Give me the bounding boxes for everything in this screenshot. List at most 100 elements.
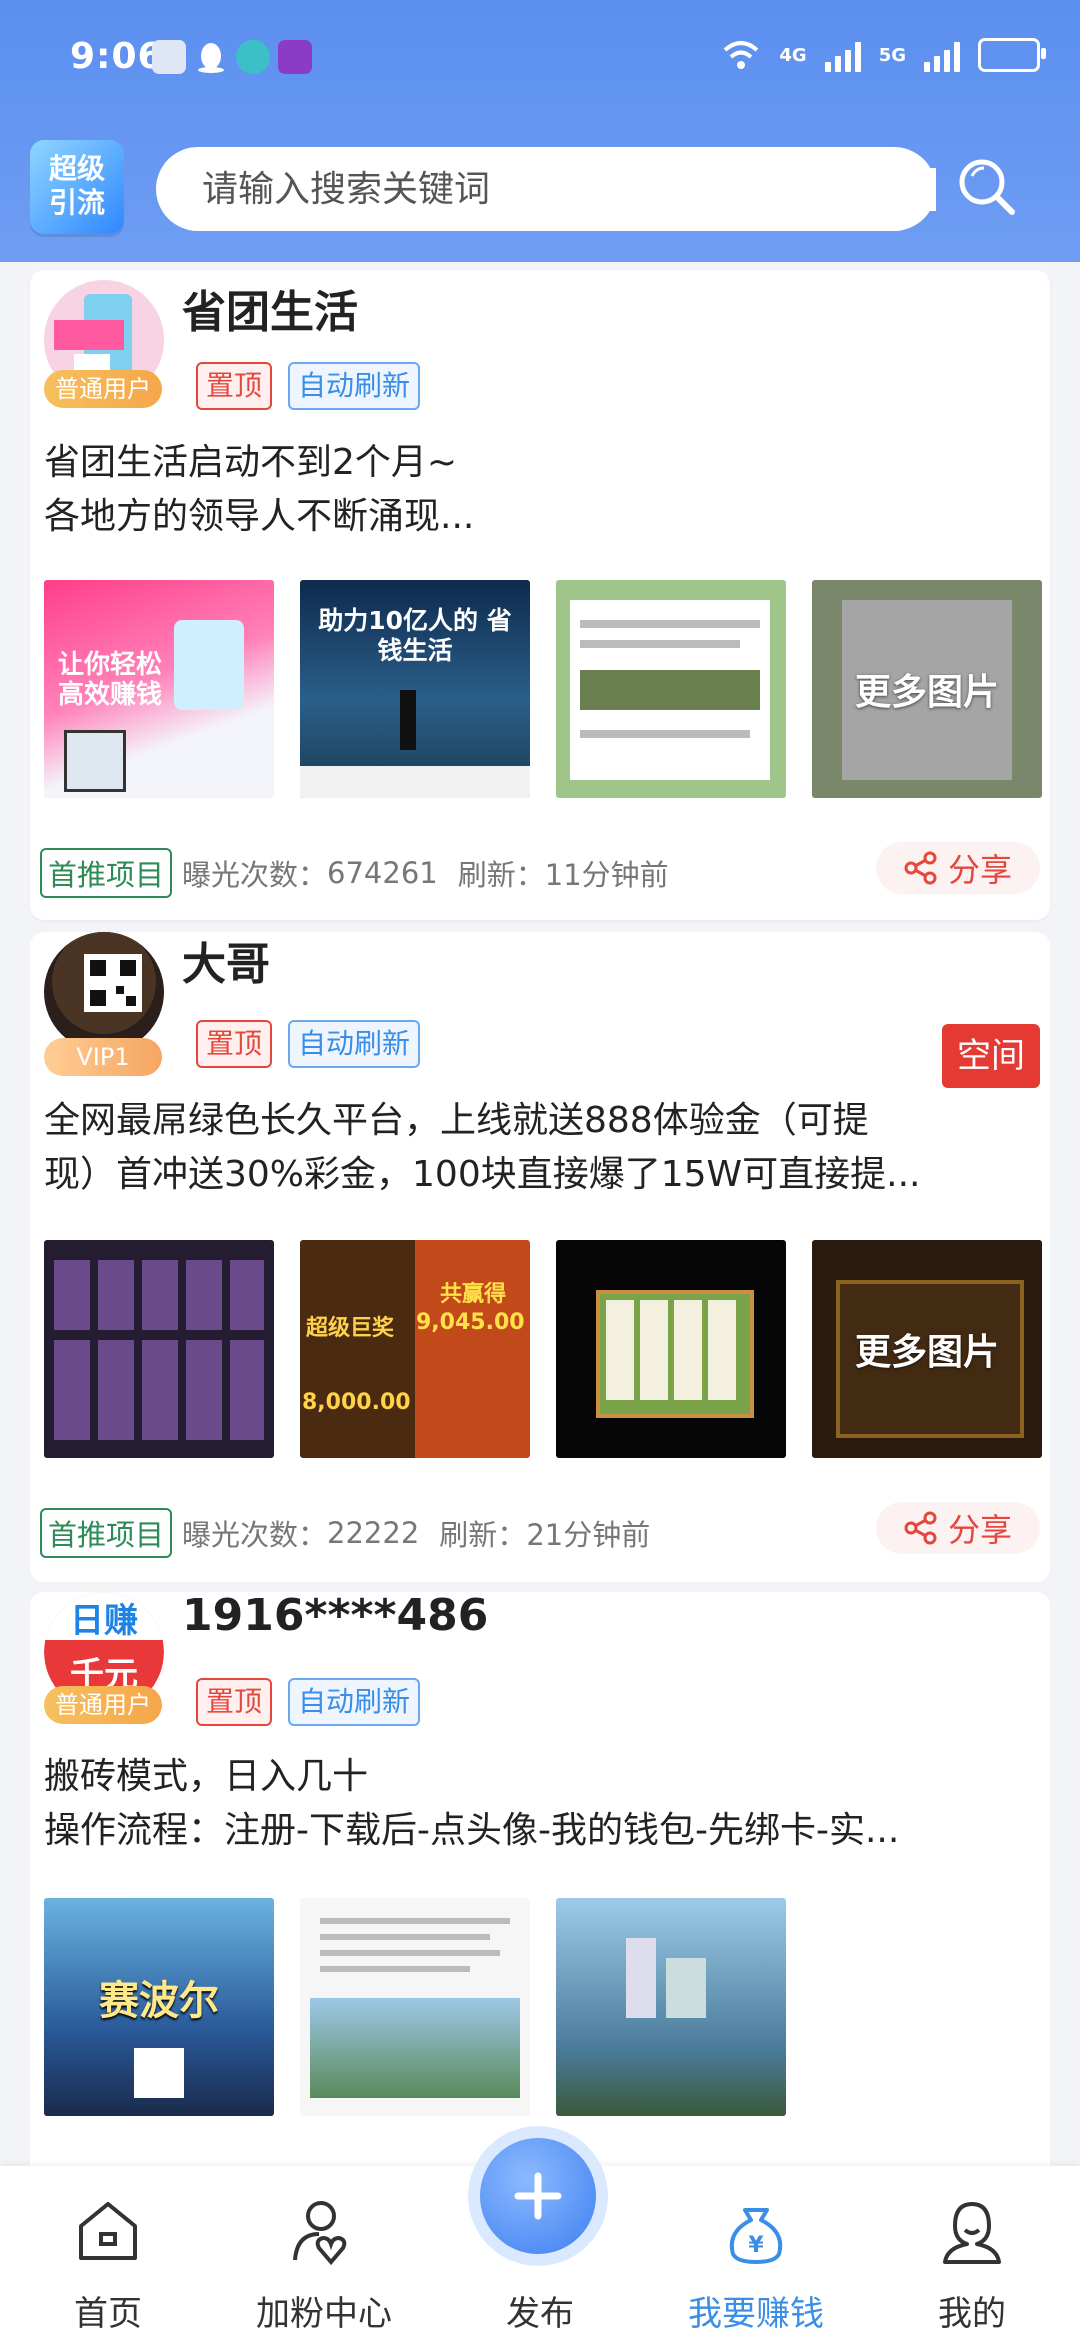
post-description[interactable]: 搬砖模式，日入几十 操作流程：注册-下载后-点头像-我的钱包-先绑卡-实... [44,1750,1044,1858]
share-button[interactable]: 分享 [876,842,1040,894]
qq-icon [194,40,228,74]
thumb-text: 共赢得 [440,1282,507,1307]
status-icons: 4G 5G [721,38,1046,72]
nav-home[interactable]: 首页 [0,2166,216,2340]
share-icon [904,1511,937,1545]
desc-line-1: 全网最屌绿色长久平台，上线就送888体验金（可提 [44,1100,869,1141]
share-icon [904,851,937,885]
refresh-label: 刷新： [439,1518,527,1552]
auto-refresh-tag: 自动刷新 [288,1678,421,1726]
post-image[interactable]: 助力10亿人的 省钱生活 [300,580,530,798]
nav-fans-label: 加粉中心 [256,2294,392,2334]
logo-line-1: 超级 [48,152,105,185]
post-card[interactable]: 普通用户 省团生活 置顶 自动刷新 省团生活启动不到2个月~ 各地方的领导人不断… [30,270,1050,920]
user-heart-icon [293,2201,347,2266]
desc-line-2: 现）首冲送30%彩金，100块直接爆了15W可直接提... [44,1154,921,1195]
tag-row: 置顶 自动刷新 [196,1020,421,1068]
recommend-tag: 首推项目 [40,848,173,898]
post-image[interactable]: 让你轻松 高效赚钱 [44,580,274,798]
user-level-badge: VIP1 [44,1038,162,1076]
app-header: 9:06 4G 5G 超级 引流 [0,0,1080,262]
exposure-count: 22222 [327,1516,420,1550]
nav-fans[interactable]: 加粉中心 [216,2166,432,2340]
exposure-count: 674261 [327,856,438,890]
nav-me[interactable]: 我的 [864,2166,1080,2340]
desc-line-1: 省团生活启动不到2个月~ [44,442,458,483]
thumbnail-row: 让你轻松 高效赚钱 助力10亿人的 省钱生活 更多图片 [44,580,1042,798]
post-image[interactable]: 超级巨奖 共赢得 9,045.00 8,000.00 [300,1240,530,1458]
nav-publish-label: 发布 [506,2294,574,2334]
avatar-text: 日赚 [70,1601,138,1641]
nav-me-label: 我的 [938,2294,1006,2334]
post-image-more[interactable]: 更多图片 [812,580,1042,798]
search-input[interactable] [200,167,936,211]
post-image[interactable] [300,1898,530,2116]
tag-row: 置顶 自动刷新 [196,362,421,410]
publish-button-inner [480,2138,596,2254]
nav-earn[interactable]: ¥ 我要赚钱 [648,2166,864,2340]
post-image-more[interactable]: 更多图片 [812,1240,1042,1458]
username[interactable]: 省团生活 [182,276,358,340]
share-label: 分享 [947,1511,1012,1549]
desc-line-1: 搬砖模式，日入几十 [44,1756,369,1797]
avatar[interactable] [44,932,164,1052]
post-image[interactable] [556,580,786,798]
username[interactable]: 1916****486 [182,1590,488,1641]
home-icon [79,2202,137,2260]
exposure-label: 曝光次数： [182,858,328,892]
pinned-tag: 置顶 [196,1678,273,1726]
search-bar[interactable] [156,147,936,231]
post-image[interactable] [556,1240,786,1458]
svg-text:¥: ¥ [748,2233,764,2258]
money-bag-icon: ¥ [729,2208,783,2264]
signal-icon-2 [924,38,960,72]
post-description[interactable]: 省团生活启动不到2个月~ 各地方的领导人不断涌现... [44,436,1044,544]
desc-line-2: 操作流程：注册-下载后-点头像-我的钱包-先绑卡-实... [44,1810,900,1851]
status-time: 9:06 [70,36,164,77]
exposure-label: 曝光次数： [182,1518,328,1552]
share-button[interactable]: 分享 [876,1502,1040,1554]
refresh-time: 11分钟前 [544,858,669,892]
thumb-text: 超级巨奖 [306,1316,395,1341]
post-meta: 首推项目 曝光次数： 22222 刷新： 21分钟前 [40,1508,650,1558]
battery-icon [978,38,1046,72]
thumb-text: 让你轻松 高效赚钱 [58,650,163,710]
post-image[interactable]: 赛波尔 [44,1898,274,2116]
tag-row: 置顶 自动刷新 [196,1678,421,1726]
logo-line-2: 引流 [48,186,105,219]
search-icon[interactable] [950,150,1022,222]
user-level-badge: 普通用户 [44,1686,162,1724]
auto-refresh-tag: 自动刷新 [288,1020,421,1068]
username[interactable]: 大哥 [182,928,270,992]
share-label: 分享 [947,851,1012,889]
post-description[interactable]: 全网最屌绿色长久平台，上线就送888体验金（可提 现）首冲送30%彩金，100块… [44,1094,1044,1202]
app-logo: 超级 引流 [30,140,124,234]
space-button[interactable]: 空间 [942,1024,1040,1088]
sim-card-icon [152,40,186,74]
refresh-time: 21分钟前 [526,1518,651,1552]
nav-earn-label: 我要赚钱 [688,2294,824,2334]
thumbnail-row: 赛波尔 [44,1898,786,2116]
post-card-2-body: VIP1 大哥 置顶 自动刷新 空间 全网最屌绿色长久平台，上线就送888体验金… [30,932,1050,1582]
user-level-badge: 普通用户 [44,370,162,408]
post-image[interactable] [556,1898,786,2116]
refresh-label: 刷新： [457,858,545,892]
pinned-tag: 置顶 [196,362,273,410]
message-app-icon [236,40,270,74]
post-meta: 首推项目 曝光次数： 674261 刷新： 11分钟前 [40,848,669,898]
recommend-tag: 首推项目 [40,1508,173,1558]
thumb-text: 9,045.00 [416,1310,525,1335]
thumb-text: 8,000.00 [302,1390,411,1415]
thumb-text: 赛波尔 [99,1978,219,2024]
wifi-icon [724,41,759,69]
signal-icon [824,38,861,72]
nav-home-label: 首页 [74,2294,142,2334]
pinned-tag: 置顶 [196,1020,273,1068]
post-card[interactable]: 日赚 千元 普通用户 1916****486 置顶 自动刷新 搬砖模式，日入几十… [30,1590,1050,2192]
thumb-text: 助力10亿人的 省钱生活 [318,606,512,665]
thumbnail-row: 超级巨奖 共赢得 9,045.00 8,000.00 更多图片 [44,1240,1042,1458]
post-image[interactable] [44,1240,274,1458]
more-images-label: 更多图片 [812,1240,1042,1458]
publish-button[interactable] [468,2126,608,2266]
video-app-icon [278,40,312,74]
